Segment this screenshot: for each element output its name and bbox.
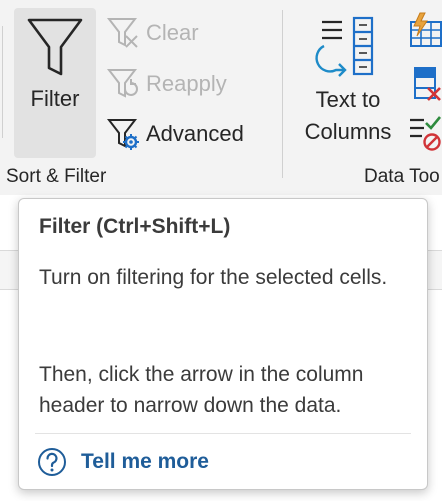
remove-duplicates-icon[interactable]	[412, 66, 442, 102]
text-to-columns-label-line1: Text to	[315, 87, 381, 112]
help-icon	[38, 448, 66, 476]
reapply-icon	[106, 69, 138, 98]
flash-fill-icon[interactable]	[408, 12, 442, 48]
tooltip-description: Turn on filtering for the selected cells…	[39, 266, 388, 289]
group-separator	[282, 10, 283, 178]
advanced-filter-icon	[106, 119, 139, 150]
sort-filter-group-label: Sort & Filter	[6, 166, 107, 187]
data-validation-icon[interactable]	[406, 114, 442, 152]
tooltip-instruction: Then, click the arrow in the column head…	[39, 363, 364, 417]
text-to-columns-label: Text to Columns	[294, 84, 402, 148]
filter-label: Filter	[30, 86, 80, 111]
ribbon: Filter Clear Reapply Advanced Sort & Fil…	[0, 0, 442, 195]
text-to-columns-label-line2: Columns	[304, 119, 392, 144]
advanced-filter-button[interactable]: Advanced	[106, 116, 244, 152]
text-to-columns-icon	[315, 16, 374, 77]
excel-ribbon-with-tooltip: Filter Clear Reapply Advanced Sort & Fil…	[0, 0, 442, 501]
data-tools-group-label: Data Too	[364, 166, 440, 187]
tooltip-title: Filter (Ctrl+Shift+L)	[39, 215, 231, 238]
reapply-label: Reapply	[146, 71, 227, 96]
reapply-button[interactable]: Reapply	[106, 66, 227, 102]
clear-filter-button[interactable]: Clear	[106, 15, 199, 51]
clear-filter-icon	[106, 18, 138, 48]
clear-label: Clear	[146, 20, 199, 45]
group-separator	[2, 26, 3, 138]
tell-me-more-link[interactable]: Tell me more	[37, 447, 209, 477]
advanced-label: Advanced	[146, 121, 244, 146]
tell-me-more-label: Tell me more	[81, 450, 209, 473]
funnel-icon	[27, 18, 83, 76]
filter-tooltip: Filter (Ctrl+Shift+L) Turn on filtering …	[18, 198, 428, 490]
filter-button[interactable]: Filter	[14, 8, 96, 158]
tooltip-divider	[35, 433, 411, 434]
